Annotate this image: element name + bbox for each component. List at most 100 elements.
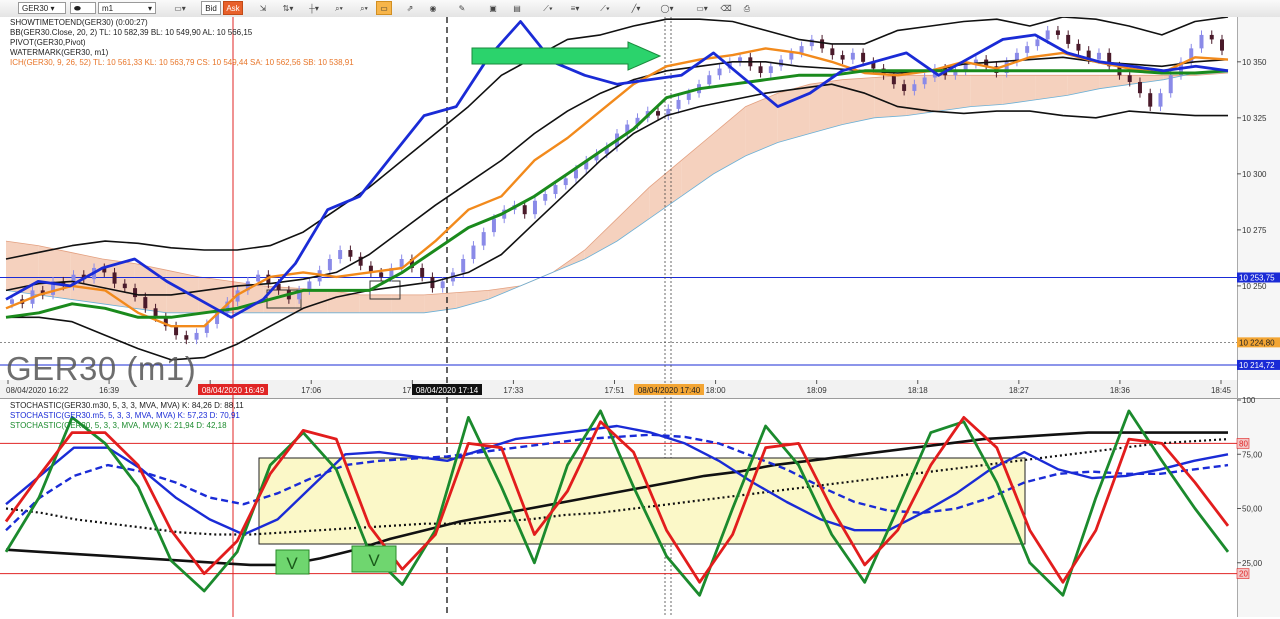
candle-body [112, 272, 117, 284]
candle-body [1066, 34, 1071, 44]
candle-body [902, 84, 907, 91]
time-tick-label: 17:51 [604, 386, 625, 395]
crosshair-icon[interactable]: ┼▾ [302, 1, 326, 15]
price-tick-label: 10 275 [1242, 226, 1267, 235]
candle-body [1220, 39, 1224, 51]
cloud-segment [1002, 75, 1036, 105]
chevron-down-icon: ▾ [147, 4, 152, 13]
candle-body [1127, 75, 1132, 82]
line-tool-icon[interactable]: ≡▾ [563, 1, 587, 15]
shape-icon[interactable]: ◯▾ [655, 1, 679, 15]
timeframe-select[interactable]: m1 ▾ [98, 2, 156, 14]
toolbar: GER30 ▾ ⬬ m1 ▾ ▭▾ Bid Ask ⇲ ⇅▾ ┼▾ ⌕▾ ⌕▾ … [0, 0, 1280, 18]
candle-body [522, 205, 527, 215]
price-panel-info-line: BB(GER30.Close, 20, 2) TL: 10 582,39 BL:… [10, 28, 253, 37]
stochastic-info-line: STOCHASTIC(GER30, 5, 3, 3, MVA, MVA) K: … [10, 421, 227, 430]
cloud-segment [970, 75, 1003, 107]
candle-body [543, 194, 548, 201]
candle-body [758, 66, 763, 74]
price-tick-label: 10 250 [1242, 282, 1267, 291]
time-tick-label: 18:27 [1009, 386, 1030, 395]
layout-icon[interactable]: ▤ [509, 1, 525, 15]
chart-style-select[interactable]: ⬬ [70, 2, 96, 14]
symbol-select[interactable]: GER30 ▾ [18, 2, 66, 14]
candle-body [461, 259, 466, 273]
image-icon[interactable]: ▣ [485, 1, 501, 15]
candle-body [686, 93, 691, 100]
candle-body [1148, 93, 1153, 107]
stochastic-info-line: STOCHASTIC(GER30.m30, 5, 3, 3, MVA, MVA)… [10, 401, 244, 410]
candle-body [1025, 46, 1030, 53]
candle-body [184, 335, 189, 340]
candle-body [563, 178, 568, 186]
ask-button[interactable]: Ask [223, 1, 243, 15]
cloud-segment [777, 84, 810, 143]
stochastic-tick-label: 100 [1242, 396, 1256, 405]
indicator-icon[interactable]: ⌕▾ [327, 1, 351, 15]
candle-body [471, 245, 476, 259]
candle-body [820, 39, 825, 49]
cloud-segment [391, 294, 425, 313]
stochastic-tick-label: 25,00 [1242, 559, 1263, 568]
time-highlight-label: 08/04/2020 16:49 [202, 386, 265, 395]
price-panel-info-line: ICH(GER30, 9, 26, 52) TL: 10 561,33 KL: … [10, 58, 354, 67]
chart-style-icon: ⬬ [74, 4, 81, 13]
candle-body [553, 185, 558, 195]
candle-body [420, 267, 425, 277]
timeframe-value: m1 [102, 4, 114, 13]
chart-watermark: GER30 (m1) [6, 350, 197, 387]
text-tool-icon[interactable]: ▭▾ [690, 1, 714, 15]
stochastic-tick-label: 50,00 [1242, 505, 1263, 514]
stochastic-level-label: 20 [1239, 570, 1248, 579]
stochastic-info-line: STOCHASTIC(GER30.m5, 5, 3, 3, MVA, MVA) … [10, 411, 240, 420]
candle-body [891, 75, 896, 85]
candle-body [1209, 34, 1214, 40]
fib-tool-icon[interactable]: ⟋▾ [593, 1, 617, 15]
cloud-segment [842, 77, 875, 125]
cloud-segment [874, 75, 907, 118]
cloud-segment [359, 294, 392, 313]
bar-chart-type-icon[interactable]: ▭▾ [168, 1, 192, 15]
price-tag-label: 10 253,75 [1239, 273, 1275, 282]
print-icon[interactable]: ⎙ [739, 1, 755, 15]
symbol-value: GER30 [22, 4, 49, 13]
candle-body [789, 52, 794, 60]
eraser-icon[interactable]: ⌫ [718, 1, 734, 15]
stochastic-level-label: 80 [1239, 439, 1248, 448]
price-panel-info-line: WATERMARK(GER30, m1) [10, 48, 109, 57]
bid-button[interactable]: Bid [201, 1, 221, 15]
candle-body [143, 297, 148, 309]
cloud-segment [809, 79, 843, 134]
candle-body [922, 77, 927, 85]
candle-body [840, 55, 845, 60]
template-icon[interactable]: ▭ [376, 1, 392, 15]
pen-icon[interactable]: ╱▾ [624, 1, 648, 15]
stochastic-tick-label: 75,00 [1242, 450, 1263, 459]
trend-tool-icon[interactable]: ⟋▾ [536, 1, 560, 15]
candle-body [1168, 75, 1173, 94]
candle-body [1199, 34, 1204, 49]
candle-body [491, 218, 496, 233]
candle-body [256, 274, 261, 282]
ruler-icon[interactable]: ✎ [452, 1, 472, 15]
price-tag-label: 10 224,80 [1239, 338, 1275, 347]
candle-body [327, 259, 332, 271]
chart-line-type-icon[interactable]: ⇲ [254, 1, 272, 15]
candle-body [717, 68, 722, 76]
time-tick-label: 18:45 [1211, 386, 1232, 395]
price-tick-label: 10 300 [1242, 170, 1267, 179]
screenshot-icon[interactable]: ◉ [424, 1, 442, 15]
candle-body [1137, 81, 1142, 94]
time-tick-label: 17:33 [503, 386, 524, 395]
candle-body [1045, 30, 1050, 40]
candle-body [850, 52, 855, 60]
candle-body [912, 84, 917, 91]
time-tick-label: 17:06 [301, 386, 322, 395]
share-icon[interactable]: ⇗ [401, 1, 419, 15]
chart-area[interactable]: 10 350 10 325 10 300 10 275 10 250 10 253,75… [0, 16, 1280, 617]
chevron-down-icon: ▾ [50, 4, 55, 13]
zoom-tool-icon[interactable]: ⇅▾ [276, 1, 300, 15]
magnifier-icon[interactable]: ⌕▾ [352, 1, 376, 15]
chart-canvas[interactable]: 10 350 10 325 10 300 10 275 10 250 10 253,75… [0, 16, 1280, 617]
candle-body [440, 281, 445, 289]
